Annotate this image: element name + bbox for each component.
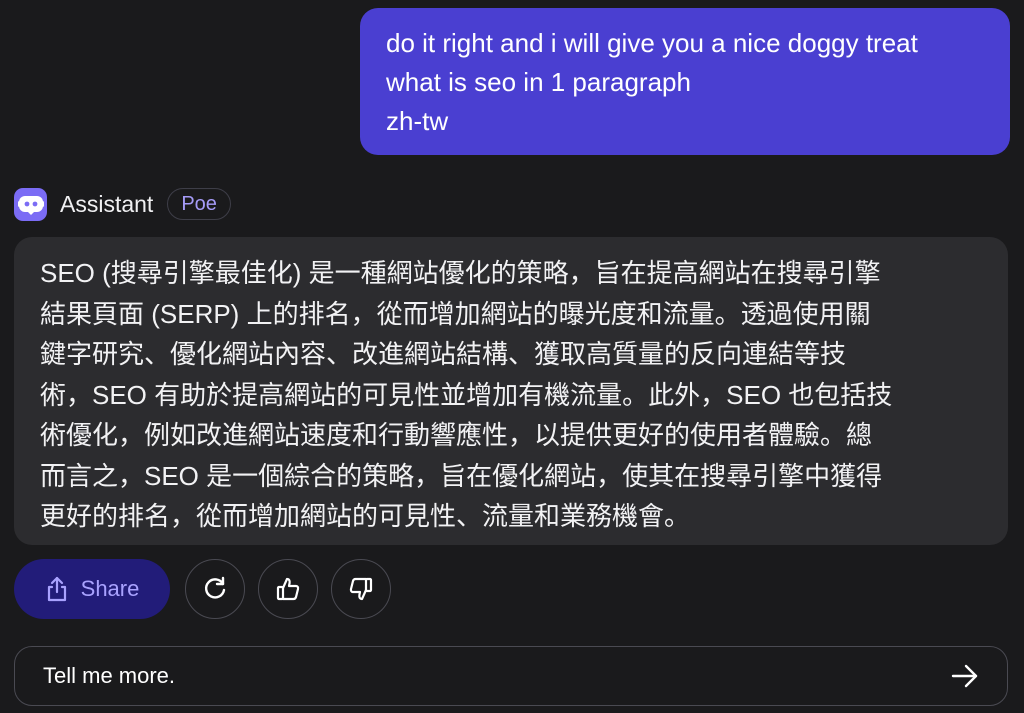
bot-header: Assistant Poe — [14, 184, 231, 224]
share-button[interactable]: Share — [14, 559, 170, 619]
chat-page: do it right and i will give you a nice d… — [0, 0, 1024, 713]
bot-message-line: 結果頁面 (SERP) 上的排名，從而增加網站的曝光度和流量。透過使用關 — [40, 298, 871, 329]
bot-message-line: 更好的排名，從而增加網站的可見性、流量和業務機會。 — [40, 501, 691, 531]
refresh-icon — [202, 576, 228, 602]
share-label: Share — [80, 576, 140, 601]
message-actions: Share — [14, 559, 404, 619]
dislike-button[interactable] — [331, 559, 391, 619]
robot-icon — [14, 187, 47, 221]
send-button[interactable] — [945, 656, 985, 696]
thumbs-up-icon — [275, 576, 301, 602]
bot-message-line: 而言之，SEO 是一個綜合的策略，旨在優化網站，使其在搜尋引擎中獲得 — [40, 460, 883, 491]
bot-message-line: SEO (搜尋引擎最佳化) 是一種網站優化的策略，旨在提高網站在搜尋引擎 — [40, 258, 881, 288]
arrow-right-icon — [950, 663, 980, 689]
bot-message-line: 術優化，例如改進網站速度和行動響應性，以提供更好的使用者體驗。總 — [40, 420, 873, 450]
like-button[interactable] — [258, 559, 318, 619]
bot-message-line: 術，SEO 有助於提高網站的可見性並增加有機流量。此外，SEO 也包括技 — [40, 379, 893, 410]
user-message-bubble: do it right and i will give you a nice d… — [360, 8, 1010, 155]
bot-message-bubble: SEO (搜尋引擎最佳化) 是一種網站優化的策略，旨在提高網站在搜尋引擎 結果頁… — [14, 237, 1008, 545]
bot-badge[interactable]: Poe — [167, 188, 231, 220]
retry-button[interactable] — [185, 559, 245, 619]
share-icon — [45, 576, 69, 602]
user-message-line: what is seo in 1 paragraph — [386, 67, 691, 97]
thumbs-down-icon — [348, 576, 374, 602]
bot-name: Assistant — [60, 190, 154, 217]
message-input[interactable] — [41, 662, 945, 690]
user-message-line: zh-tw — [386, 106, 449, 136]
user-message-line: do it right and i will give you a nice d… — [386, 28, 918, 58]
bot-message-line: 鍵字研究、優化網站內容、改進網站結構、獲取高質量的反向連結等技 — [40, 339, 847, 369]
message-composer — [14, 646, 1008, 706]
